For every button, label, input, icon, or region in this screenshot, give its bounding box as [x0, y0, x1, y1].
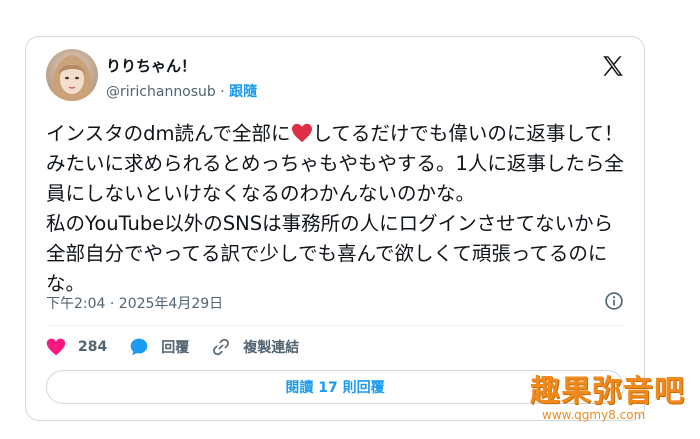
heart-icon [46, 338, 66, 356]
link-icon [213, 338, 230, 356]
info-icon[interactable] [604, 291, 624, 311]
tweet-text-part-2: してるだけでも偉いのに返事して！みたいに求められるとめっちゃもやもやする。1人に… [46, 122, 624, 295]
reply-bubble-icon [130, 338, 148, 356]
tweet-card: りりちゃん！ @ririchannosub · 跟隨 インスタのdm読んで全部に… [25, 36, 645, 421]
x-logo-icon[interactable] [600, 53, 626, 79]
user-handle[interactable]: @ririchannosub [106, 84, 216, 100]
divider [46, 325, 624, 326]
display-name[interactable]: りりちゃん！ [106, 55, 196, 76]
tweet-text: インスタのdm読んで全部に してるだけでも偉いのに返事して！みたいに求められるとめ… [46, 119, 631, 299]
copy-link-label: 複製連結 [243, 340, 300, 356]
copy-link-button[interactable]: 複製連結 [211, 337, 299, 357]
tweet-text-part-1: インスタのdm読んで全部に [46, 122, 291, 145]
handle-row: @ririchannosub · 跟隨 [106, 81, 257, 101]
follow-link[interactable]: 跟隨 [229, 84, 257, 100]
reply-label: 回覆 [161, 340, 190, 356]
watermark-title: 趣果弥音吧 [530, 374, 685, 409]
separator: · [220, 84, 225, 100]
red-heart-icon [291, 123, 312, 143]
watermark: 趣果弥音吧 www.qgmy8.com [530, 374, 690, 422]
action-bar: 284 回覆 複製連結 [46, 335, 321, 359]
avatar[interactable] [46, 49, 98, 101]
reply-button[interactable]: 回覆 [129, 337, 189, 357]
like-count: 284 [78, 339, 108, 355]
timestamp[interactable]: 下午2:04 · 2025年4月29日 [46, 293, 223, 313]
watermark-url: www.qgmy8.com [542, 408, 646, 422]
like-button[interactable]: 284 [46, 337, 107, 357]
